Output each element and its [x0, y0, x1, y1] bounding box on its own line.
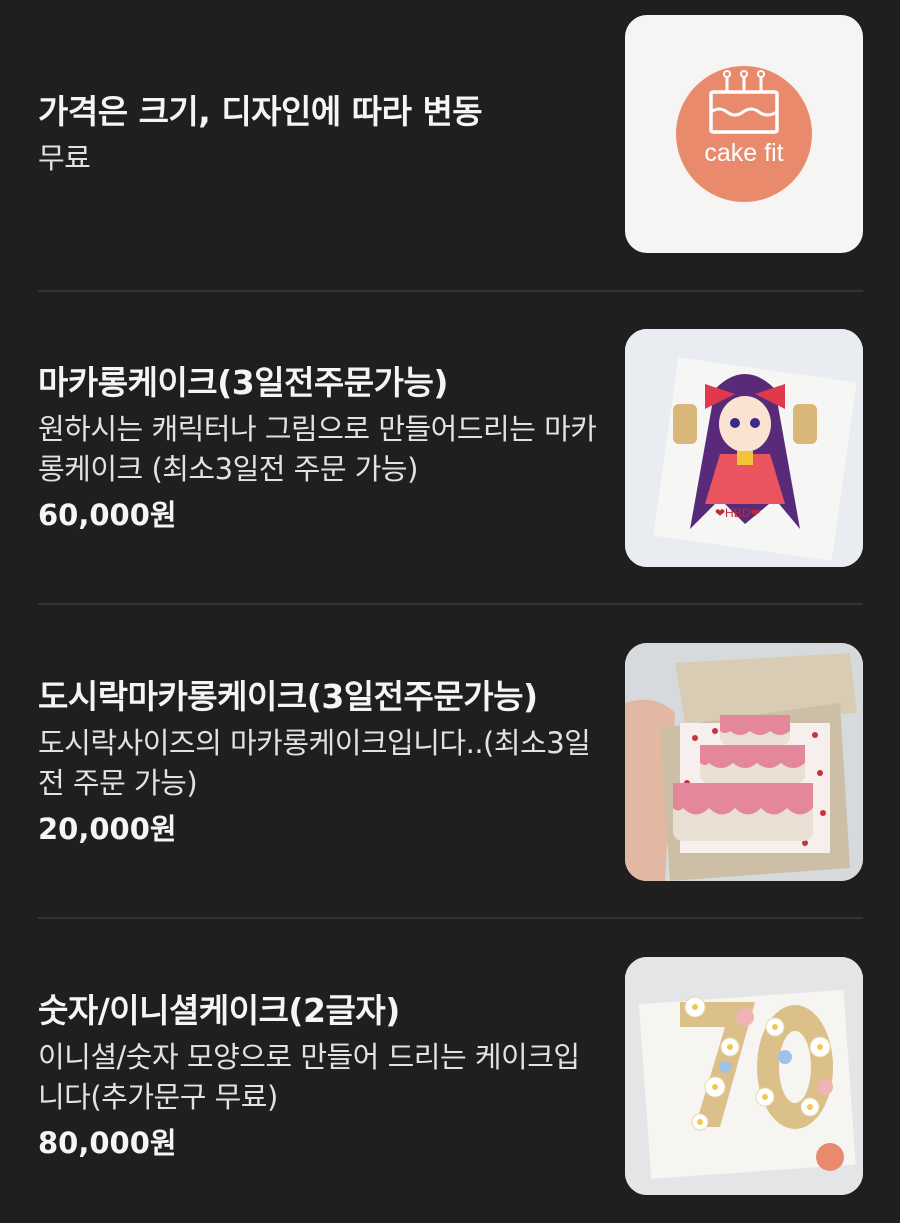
menu-item-text: 가격은 크기, 디자인에 따라 변동 무료 [38, 90, 625, 178]
menu-item[interactable]: 숫자/이니셜케이크(2글자) 이니셜/숫자 모양으로 만들어 드리는 케이크입니… [38, 957, 863, 1195]
menu-item[interactable]: 도시락마카롱케이크(3일전주문가능) 도시락사이즈의 마카롱케이크입니다..(최… [38, 643, 863, 881]
number-initial-cake-image[interactable] [625, 957, 863, 1195]
menu-list: 가격은 크기, 디자인에 따라 변동 무료 cake fit 마카롱케이크(3일… [0, 0, 900, 1223]
divider [38, 290, 863, 292]
character-macaron-cake-image[interactable]: ❤HBD❤ [625, 329, 863, 567]
menu-item-title: 가격은 크기, 디자인에 따라 변동 [38, 92, 483, 131]
lunchbox-macaron-cake-image[interactable] [625, 643, 863, 881]
cake-photo: ❤HBD❤ [625, 329, 863, 567]
menu-item-description: 이니셜/숫자 모양으로 만들어 드리는 케이크입니다(추가문구 무료) [38, 1040, 580, 1114]
menu-item-price: 80,000원 [38, 1126, 177, 1160]
menu-item-text: 마카롱케이크(3일전주문가능) 원하시는 캐릭터나 그림으로 만들어드리는 마카… [38, 361, 625, 535]
cake-photo [625, 643, 863, 881]
menu-item-text: 도시락마카롱케이크(3일전주문가능) 도시락사이즈의 마카롱케이크입니다..(최… [38, 675, 625, 849]
logo-text: cake fit [704, 139, 783, 167]
menu-item-text: 숫자/이니셜케이크(2글자) 이니셜/숫자 모양으로 만들어 드리는 케이크입니… [38, 989, 625, 1163]
menu-item-price: 20,000원 [38, 812, 177, 846]
menu-item-description: 원하시는 캐릭터나 그림으로 만들어드리는 마카롱케이크 (최소3일전 주문 가… [38, 412, 597, 486]
svg-text:❤HBD❤: ❤HBD❤ [715, 506, 760, 520]
divider [38, 603, 863, 605]
menu-item[interactable]: 가격은 크기, 디자인에 따라 변동 무료 cake fit [38, 15, 863, 253]
menu-item-title: 마카롱케이크(3일전주문가능) [38, 363, 448, 402]
menu-item-description: 도시락사이즈의 마카롱케이크입니다..(최소3일전 주문 가능) [38, 726, 591, 800]
divider [38, 917, 863, 919]
cake-fit-logo: cake fit [676, 66, 812, 202]
menu-item[interactable]: 마카롱케이크(3일전주문가능) 원하시는 캐릭터나 그림으로 만들어드리는 마카… [38, 329, 863, 567]
menu-item-description: 무료 [38, 141, 91, 175]
menu-item-title: 숫자/이니셜케이크(2글자) [38, 991, 400, 1030]
cake-fit-logo-image[interactable]: cake fit [625, 15, 863, 253]
menu-item-title: 도시락마카롱케이크(3일전주문가능) [38, 677, 538, 716]
menu-item-price: 60,000원 [38, 498, 177, 532]
cake-photo [625, 957, 863, 1195]
